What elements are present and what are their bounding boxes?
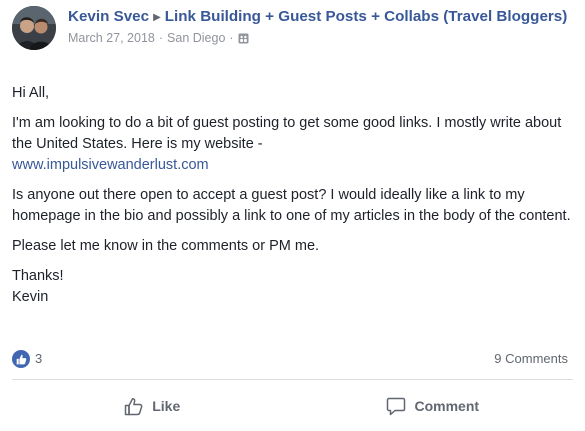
comments-count-link[interactable]: 9 Comments [494,351,568,366]
post-actions: Like Comment [12,386,573,426]
like-button[interactable]: Like [12,386,293,426]
comment-bubble-icon [387,397,406,415]
comment-button-label: Comment [414,398,480,414]
post-paragraph: I'm am looking to do a bit of guest post… [12,113,572,176]
post-header: Kevin Svec ▶ Link Building + Guest Posts +… [12,6,577,76]
post-body: Hi All, I'm am looking to do a bit of gu… [12,83,572,308]
meta-separator: · [158,31,164,45]
like-button-label: Like [152,398,181,414]
website-link[interactable]: www.impulsivewanderlust.com [12,157,209,173]
actions-divider [12,379,573,380]
post-title-line: Kevin Svec ▶ Link Building + Guest Posts +… [68,6,573,29]
post-location[interactable]: San Diego [167,31,225,45]
post-stats: 3 9 Comments [12,346,572,374]
author-avatar[interactable] [12,6,56,50]
post-signoff: Thanks! [12,268,64,284]
author-name[interactable]: Kevin Svec [68,8,149,25]
post-greeting: Hi All, [12,85,50,101]
post-meta: March 27, 2018 · San Diego · [68,31,573,45]
meta-separator: · [229,31,234,45]
post-paragraph-text: I'm am looking to do a bit of guest post… [12,115,562,152]
post-header-text: Kevin Svec ▶ Link Building + Guest Posts +… [68,6,573,45]
post-paragraph: Is anyone out there open to accept a gue… [12,187,571,224]
comment-button[interactable]: Comment [293,386,574,426]
group-name[interactable]: Link Building + Guest Posts + Collabs (T… [165,8,568,25]
avatar-photo-icon [12,6,56,50]
public-group-icon[interactable] [238,33,249,44]
facebook-post: Kevin Svec ▶ Link Building + Guest Posts +… [0,0,585,431]
triangle-right-icon: ▶ [153,12,161,23]
post-signature: Kevin [12,289,49,305]
post-paragraph: Please let me know in the comments or PM… [12,238,320,254]
post-signoff-block: Thanks! Kevin [12,266,572,308]
thumbs-up-icon [124,397,143,415]
like-count[interactable]: 3 [35,351,42,366]
post-date[interactable]: March 27, 2018 [68,31,155,45]
like-reaction-icon[interactable] [12,350,30,368]
